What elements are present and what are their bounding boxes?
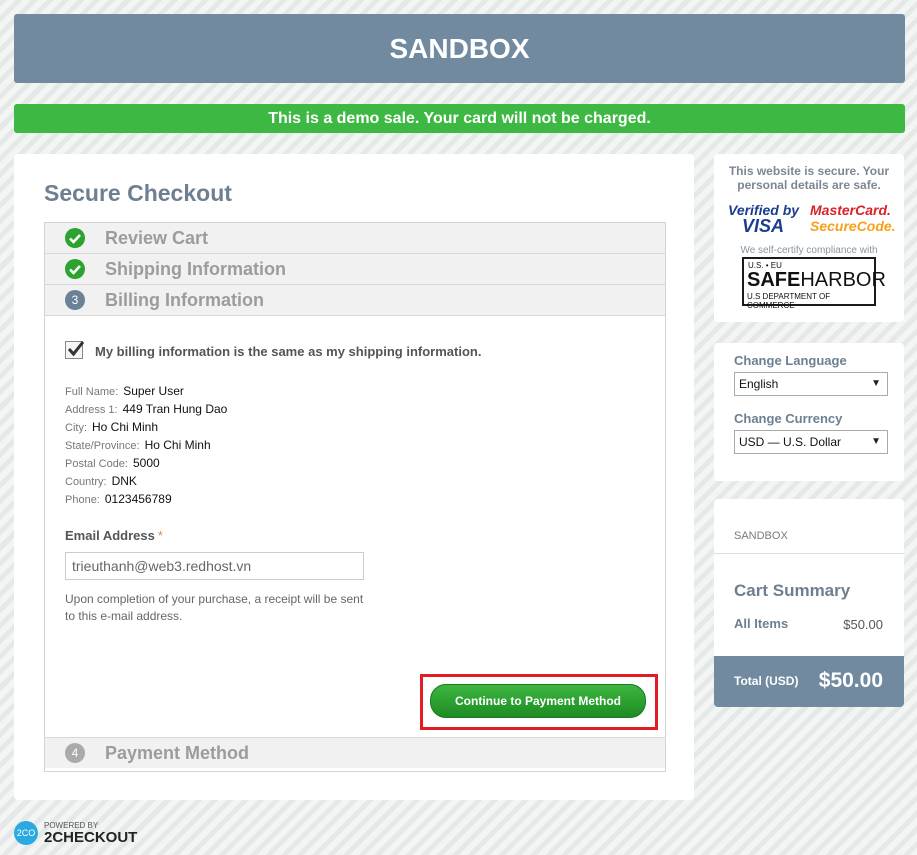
secure-site-text: This website is secure. Your personal de…: [728, 164, 890, 192]
required-mark: *: [157, 528, 163, 543]
language-value: English: [739, 377, 779, 391]
vbv-line2: VISA: [742, 216, 785, 236]
billing-form: My billing information is the same as my…: [45, 316, 665, 738]
email-label: Email Address *: [65, 528, 163, 543]
address-field-value: Ho Chi Minh: [92, 420, 159, 434]
currency-label: Change Currency: [734, 411, 843, 426]
address-row: Address 1: 449 Tran Hung Dao: [65, 402, 227, 420]
step-shipping-information[interactable]: Shipping Information: [45, 254, 665, 285]
checkout-steps: Review Cart Shipping Information 3 Billi…: [44, 222, 666, 772]
step-label: Billing Information: [105, 290, 264, 310]
msc-line2: SecureCode.: [810, 218, 896, 234]
same-as-shipping-checkbox[interactable]: [65, 341, 85, 359]
dropdown-arrow-icon: ▼: [871, 436, 881, 447]
safe-harbor-bottom: U.S DEPARTMENT OF COMMERCE: [747, 292, 831, 310]
address-field-label: Full Name:: [65, 386, 119, 398]
continue-to-payment-button[interactable]: Continue to Payment Method: [430, 684, 646, 718]
cart-summary-title: Cart Summary: [734, 581, 851, 600]
powered-by-2checkout: 2CO POWERED BY 2CHECKOUT: [14, 818, 214, 848]
safe-harbor-harbor: HARBOR: [800, 269, 886, 291]
address-field-value: DNK: [111, 474, 137, 488]
address-field-label: State/Province:: [65, 440, 140, 452]
address-field-value: 0123456789: [104, 492, 172, 506]
currency-value: USD — U.S. Dollar: [739, 435, 842, 449]
address-row: City: Ho Chi Minh: [65, 420, 227, 438]
total-label: Total (USD): [734, 674, 799, 688]
email-field[interactable]: [65, 552, 364, 580]
continue-button-label: Continue to Payment Method: [455, 694, 621, 708]
currency-select[interactable]: USD — U.S. Dollar ▼: [734, 430, 888, 454]
address-field-label: Phone:: [65, 494, 100, 506]
checkout-panel: Secure Checkout Review Cart Shipping Inf…: [14, 154, 694, 800]
step-number-badge: 4: [65, 743, 85, 763]
sandbox-banner: SANDBOX: [14, 14, 905, 83]
demo-notice-text: This is a demo sale. Your card will not …: [268, 109, 651, 127]
self-certify-text: We self-certify compliance with: [740, 245, 878, 256]
dropdown-arrow-icon: ▼: [871, 378, 881, 389]
page-title: Secure Checkout: [44, 180, 232, 206]
all-items-value: $50.00: [843, 617, 883, 632]
address-row: Phone: 0123456789: [65, 492, 227, 510]
safe-harbor-safe: SAFE: [747, 269, 801, 291]
language-label: Change Language: [734, 353, 847, 368]
address-row: Country: DNK: [65, 474, 227, 492]
step-billing-information: 3 Billing Information: [45, 285, 665, 316]
check-circle-icon: [65, 228, 85, 248]
address-field-value: 5000: [132, 456, 160, 470]
2checkout-logo-icon: 2CO: [14, 821, 38, 845]
address-row: Postal Code: 5000: [65, 456, 227, 474]
mastercard-securecode-logo: MasterCard. SecureCode.: [810, 202, 896, 234]
msc-line1: MasterCard.: [810, 202, 891, 218]
address-field-label: Country:: [65, 476, 107, 488]
address-row: Full Name: Super User: [65, 384, 227, 402]
divider: [714, 553, 904, 554]
address-row: State/Province: Ho Chi Minh: [65, 438, 227, 456]
demo-notice: This is a demo sale. Your card will not …: [14, 104, 905, 133]
all-items-label: All Items: [734, 616, 789, 631]
address-field-label: Postal Code:: [65, 458, 128, 470]
step-label: Payment Method: [105, 743, 250, 763]
preferences-panel: Change Language English ▼ Change Currenc…: [714, 343, 904, 481]
brand-name: 2CHECKOUT: [44, 829, 138, 846]
cart-summary-panel: SANDBOX Cart Summary All Items $50.00 To…: [714, 499, 904, 707]
verified-by-visa-logo: Verified by VISA: [728, 202, 799, 236]
safe-harbor-title: SAFEHARBOR: [747, 269, 886, 292]
billing-address: Full Name: Super User Address 1: 449 Tran …: [65, 384, 227, 510]
email-label-text: Email Address: [65, 528, 155, 543]
same-as-shipping-label[interactable]: My billing information is the same as my…: [95, 344, 481, 359]
checkmark-icon: [67, 341, 85, 357]
total-bar: Total (USD) $50.00: [714, 656, 904, 707]
address-field-label: City:: [65, 422, 87, 434]
safe-harbor-logo: U.S. • EU SAFEHARBOR U.S DEPARTMENT OF C…: [742, 257, 886, 310]
step-review-cart[interactable]: Review Cart: [45, 223, 665, 254]
receipt-note: Upon completion of your purchase, a rece…: [65, 592, 364, 623]
security-panel: This website is secure. Your personal de…: [714, 154, 904, 322]
language-select[interactable]: English ▼: [734, 372, 888, 396]
step-payment-method: 4 Payment Method: [45, 738, 665, 768]
address-field-value: 449 Tran Hung Dao: [122, 402, 228, 416]
address-field-value: Super User: [123, 384, 184, 398]
address-field-label: Address 1:: [65, 404, 118, 416]
check-circle-icon: [65, 259, 85, 279]
address-field-value: Ho Chi Minh: [144, 438, 211, 452]
step-number-badge: 3: [65, 290, 85, 310]
vendor-name: SANDBOX: [734, 530, 788, 542]
total-value: $50.00: [818, 669, 883, 692]
banner-title: SANDBOX: [389, 32, 530, 64]
step-label: Review Cart: [105, 228, 209, 248]
step-label: Shipping Information: [105, 259, 286, 279]
